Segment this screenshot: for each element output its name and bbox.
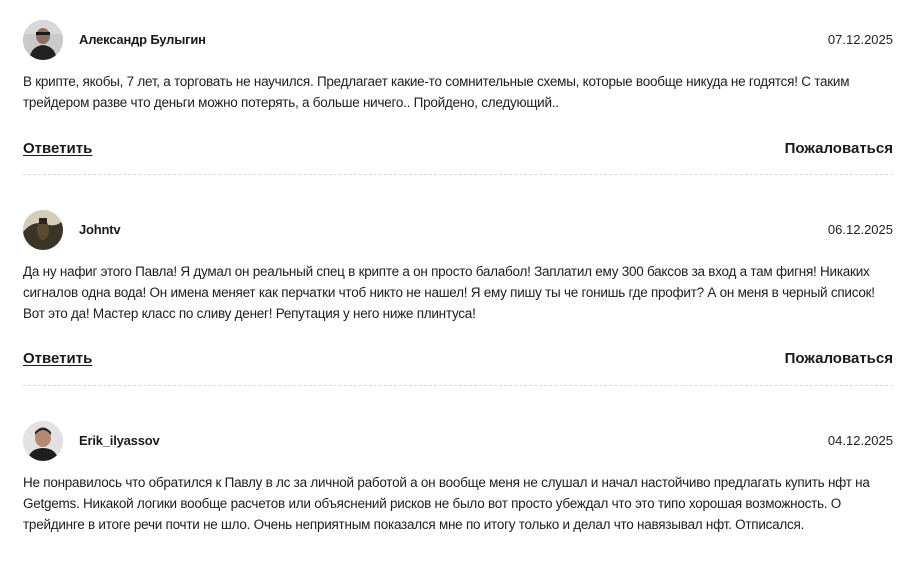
comment-author: Johntv [79, 222, 121, 237]
avatar-photo-icon [23, 421, 63, 461]
comment-actions: Ответить Пожаловаться [23, 350, 893, 370]
avatar-photo-icon [23, 210, 63, 250]
comment-date: 07.12.2025 [827, 32, 893, 47]
user-avatar[interactable] [23, 210, 63, 250]
reply-link[interactable]: Ответить [23, 350, 92, 367]
user-avatar[interactable] [23, 421, 63, 461]
comment-text: Да ну нафиг этого Павла! Я думал он реал… [23, 264, 875, 321]
comment-divider [23, 174, 893, 175]
comment-item: Johntv 06.12.2025 Да ну нафиг этого Павл… [23, 210, 893, 386]
avatar-photo-icon [23, 20, 63, 60]
comment-text: Не понравилось что обратился к Павлу в л… [23, 475, 870, 532]
comment-header: Александр Булыгин 07.12.2025 [23, 20, 893, 62]
report-link[interactable]: Пожаловаться [785, 140, 893, 157]
comment-text: В крипте, якобы, 7 лет, а торговать не н… [23, 74, 850, 110]
comment-divider [23, 385, 893, 386]
comment-item: Erik_ilyassov 04.12.2025 Не понравилось … [23, 421, 893, 532]
report-link[interactable]: Пожаловаться [785, 350, 893, 367]
comment-author: Александр Булыгин [79, 32, 206, 47]
comment-item: Александр Булыгин 07.12.2025 В крипте, я… [23, 20, 893, 175]
comment-author: Erik_ilyassov [79, 433, 160, 448]
comment-date: 04.12.2025 [827, 433, 893, 448]
comment-actions: Ответить Пожаловаться [23, 140, 893, 160]
reply-link[interactable]: Ответить [23, 140, 92, 157]
comment-header: Erik_ilyassov 04.12.2025 [23, 421, 893, 463]
comment-date: 06.12.2025 [827, 222, 893, 237]
comments-list: Александр Булыгин 07.12.2025 В крипте, я… [0, 0, 917, 568]
user-avatar[interactable] [23, 20, 63, 60]
comment-header: Johntv 06.12.2025 [23, 210, 893, 252]
